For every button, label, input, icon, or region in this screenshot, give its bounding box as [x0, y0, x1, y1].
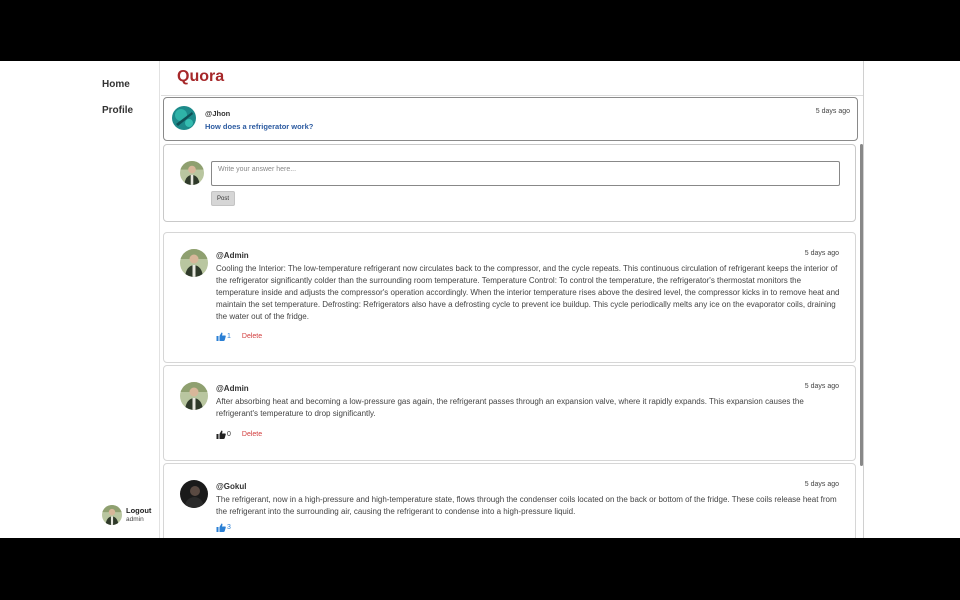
sidebar-user: Logout admin	[102, 505, 151, 525]
answer-author-avatar	[180, 382, 208, 410]
sidebar-item-profile[interactable]: Profile	[102, 105, 133, 116]
answer-form: Post	[163, 144, 856, 222]
like-count: 3	[227, 524, 231, 531]
answer-text: Cooling the Interior: The low-temperatur…	[216, 264, 840, 321]
question-author[interactable]: @Jhon	[205, 109, 230, 118]
like-button[interactable]: 1	[216, 332, 231, 341]
question-time: 5 days ago	[815, 108, 850, 115]
like-count: 0	[227, 431, 231, 438]
answer-input[interactable]	[211, 161, 840, 186]
answer-text: After absorbing heat and becoming a low-…	[216, 397, 804, 418]
answer-text: The refrigerant, now in a high-pressure …	[216, 495, 837, 516]
answer-time: 5 days ago	[804, 250, 839, 257]
current-user-avatar	[180, 161, 204, 185]
answer-author[interactable]: @Admin	[216, 251, 249, 260]
answer-actions: 3	[216, 523, 231, 532]
answers-scroll-area[interactable]: Post @Admin 5 days ago Cooling the Inter…	[163, 144, 860, 538]
answer-card: @Gokul 5 days ago The refrigerant, now i…	[163, 463, 856, 538]
thumbs-up-icon	[216, 523, 226, 532]
question-author-avatar	[172, 106, 196, 130]
like-button[interactable]: 3	[216, 523, 231, 532]
thumbs-up-icon	[216, 430, 226, 439]
user-avatar	[102, 505, 122, 525]
answer-card: @Admin 5 days ago After absorbing heat a…	[163, 365, 856, 461]
answer-time: 5 days ago	[804, 383, 839, 390]
post-button[interactable]: Post	[211, 191, 235, 206]
answer-time: 5 days ago	[804, 481, 839, 488]
logout-link[interactable]: Logout	[126, 506, 151, 515]
answer-author-avatar	[180, 480, 208, 508]
question-title[interactable]: How does a refrigerator work?	[205, 122, 313, 131]
delete-button[interactable]: Delete	[242, 333, 262, 340]
like-count: 1	[227, 333, 231, 340]
answer-author[interactable]: @Admin	[216, 384, 249, 393]
answer-actions: 0 Delete	[216, 430, 262, 439]
header: Quora	[161, 61, 863, 96]
scrollbar[interactable]	[860, 144, 863, 538]
answer-card: @Admin 5 days ago Cooling the Interior: …	[163, 232, 856, 363]
answer-author[interactable]: @Gokul	[216, 482, 246, 491]
main-content: Quora @Jhon 5 days ago How does a refrig…	[161, 61, 864, 538]
sidebar-user-text: Logout admin	[126, 506, 151, 524]
thumbs-up-icon	[216, 332, 226, 341]
sidebar-item-home[interactable]: Home	[102, 79, 130, 90]
delete-button[interactable]: Delete	[242, 431, 262, 438]
sidebar-username: admin	[126, 516, 144, 523]
answer-actions: 1 Delete	[216, 332, 262, 341]
sidebar: Home Profile Logout admin	[0, 61, 160, 538]
like-button[interactable]: 0	[216, 430, 231, 439]
scrollbar-thumb[interactable]	[860, 144, 863, 466]
app-window: Home Profile Logout admin Quora @Jhon 5 …	[0, 61, 960, 538]
question-card: @Jhon 5 days ago How does a refrigerator…	[163, 97, 858, 141]
brand-title[interactable]: Quora	[177, 68, 224, 86]
answer-author-avatar	[180, 249, 208, 277]
